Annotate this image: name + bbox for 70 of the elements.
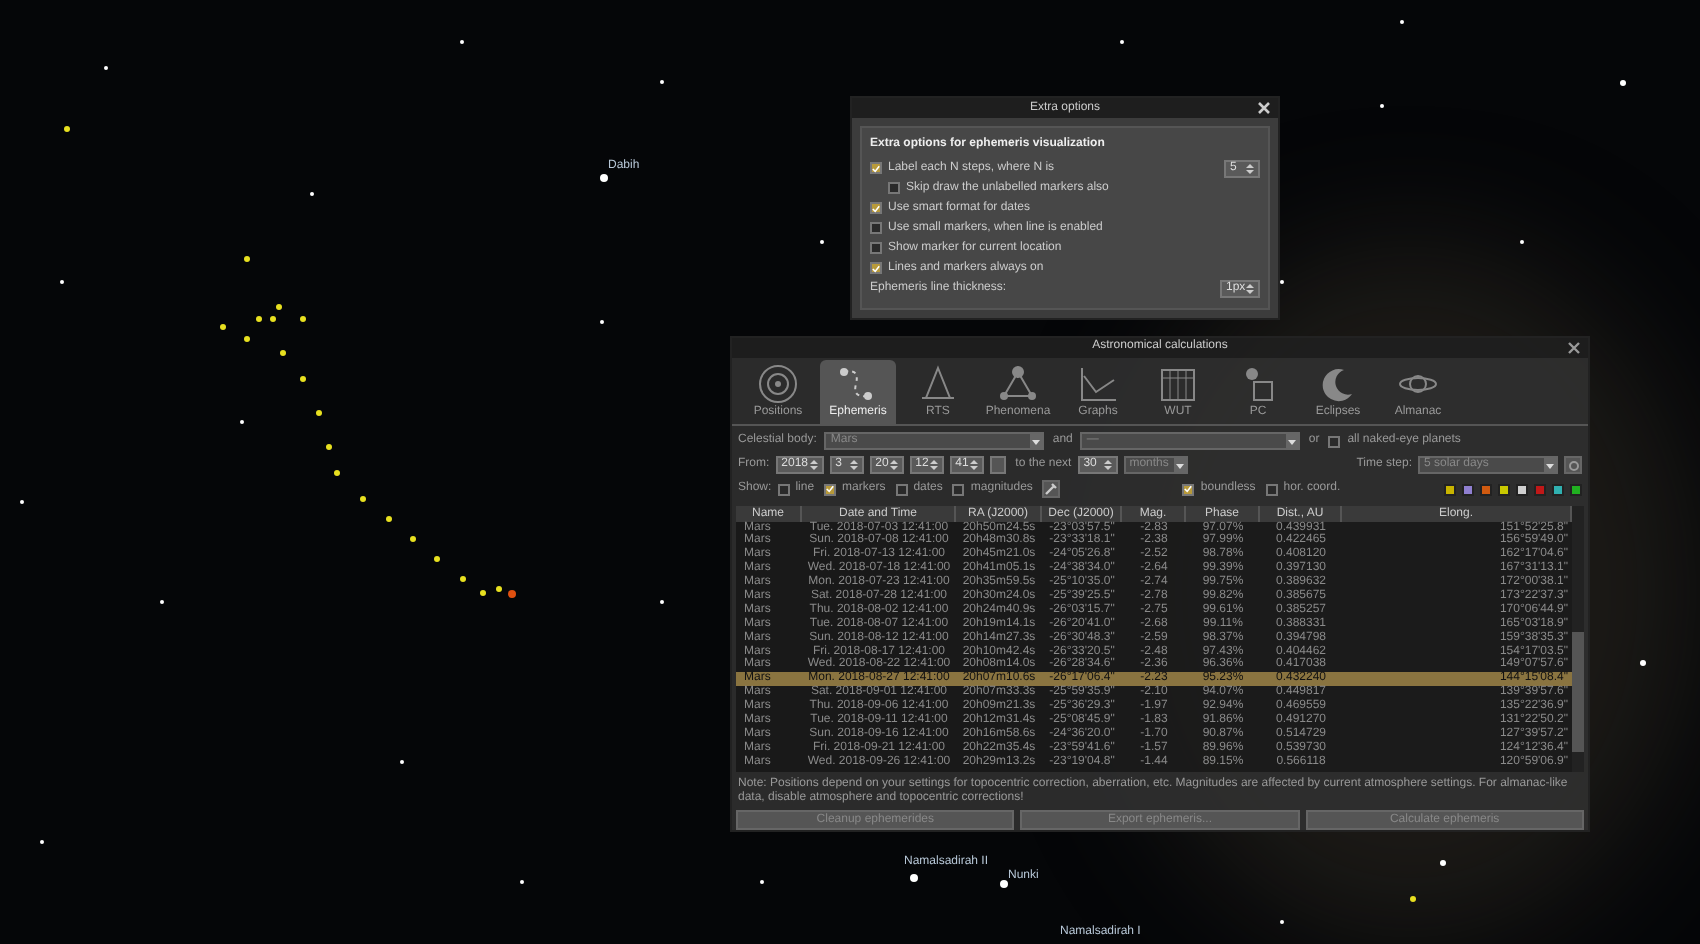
- ephemeris-marker: [334, 470, 340, 476]
- close-button[interactable]: [1566, 340, 1580, 354]
- ephemeris-marker: [256, 316, 262, 322]
- caret-icon: [1544, 457, 1556, 474]
- spin-arrows-icon: [969, 458, 978, 473]
- checkbox[interactable]: [1265, 483, 1278, 496]
- ephemeris-marker: [244, 336, 250, 342]
- checkbox[interactable]: [870, 262, 882, 274]
- spin-arrows-icon: [929, 458, 938, 473]
- ephemeris-marker: [480, 590, 486, 596]
- ephemeris-marker: [270, 316, 276, 322]
- wrench-icon: [1044, 482, 1059, 497]
- ephemeris-marker: [410, 536, 416, 542]
- color-swatch[interactable]: [1570, 483, 1582, 496]
- ephemeris-marker: [280, 350, 286, 356]
- color-swatch[interactable]: [1480, 483, 1492, 496]
- checkbox[interactable]: [1182, 483, 1195, 496]
- caret-icon: [1030, 433, 1043, 450]
- ephemeris-marker: [316, 410, 322, 416]
- close-icon: [1257, 101, 1269, 113]
- checkbox[interactable]: [1327, 435, 1340, 448]
- color-swatch[interactable]: [1498, 483, 1510, 496]
- ephemeris-marker: [276, 304, 282, 310]
- caret-icon: [1173, 457, 1186, 474]
- settings-button[interactable]: [1564, 456, 1582, 475]
- close-icon: [1567, 341, 1579, 353]
- spin-arrows-icon: [1246, 161, 1254, 175]
- ephemeris-marker: [360, 496, 366, 502]
- spin-arrows-icon: [1246, 282, 1254, 296]
- calendar-button[interactable]: [989, 456, 1006, 475]
- color-swatch[interactable]: [1516, 483, 1528, 496]
- ephemeris-marker: [220, 324, 226, 330]
- checkbox[interactable]: [777, 483, 790, 496]
- color-swatch[interactable]: [1462, 483, 1474, 496]
- color-swatch[interactable]: [1444, 483, 1456, 496]
- spin-arrows-icon: [889, 458, 898, 473]
- spin-arrows-icon: [809, 458, 818, 473]
- ephemeris-marker: [1410, 896, 1416, 902]
- ephemeris-marker: [64, 126, 70, 132]
- ephemeris-marker: [300, 316, 306, 322]
- ephemeris-marker: [460, 576, 466, 582]
- spin-arrows-icon: [849, 458, 858, 473]
- close-button[interactable]: [1256, 100, 1270, 114]
- checkbox[interactable]: [888, 182, 900, 194]
- tools-button[interactable]: [1042, 480, 1061, 499]
- checkbox[interactable]: [952, 483, 965, 496]
- checkbox[interactable]: [870, 222, 882, 234]
- caret-icon: [1286, 433, 1299, 450]
- current-marker: [508, 590, 516, 598]
- spin-arrows-icon: [1103, 458, 1112, 473]
- ephemeris-marker: [244, 256, 250, 262]
- checkbox[interactable]: [870, 162, 882, 174]
- tab-icon: [756, 363, 800, 404]
- checkbox[interactable]: [870, 242, 882, 254]
- ephemeris-marker: [300, 376, 306, 382]
- tab-icon: [1076, 363, 1120, 404]
- tab-icon: [996, 363, 1040, 404]
- checkbox[interactable]: [895, 483, 908, 496]
- ephemeris-marker: [386, 516, 392, 522]
- ephemeris-marker: [496, 586, 502, 592]
- scrollbar[interactable]: [1572, 505, 1584, 772]
- tab-icon: [1156, 363, 1200, 404]
- color-swatch[interactable]: [1552, 483, 1564, 496]
- ephemeris-marker: [326, 444, 332, 450]
- checkbox[interactable]: [824, 483, 837, 496]
- tab-icon: [916, 363, 960, 404]
- ephemeris-marker: [434, 556, 440, 562]
- color-swatch[interactable]: [1534, 483, 1546, 496]
- checkbox[interactable]: [870, 202, 882, 214]
- scrollbar-thumb[interactable]: [1572, 632, 1584, 752]
